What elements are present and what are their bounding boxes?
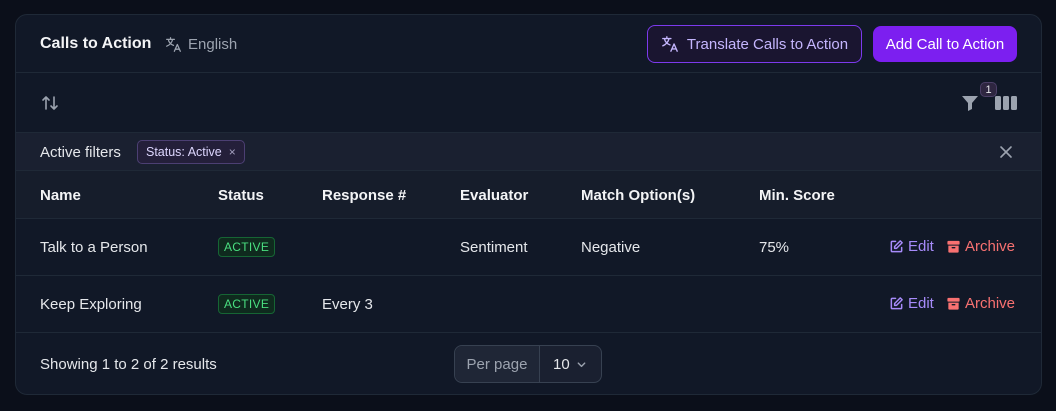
archive-button[interactable]: Archive — [946, 295, 1015, 312]
edit-label: Edit — [908, 295, 934, 312]
per-page-select[interactable]: 10 — [540, 346, 601, 382]
language-indicator: English — [165, 36, 237, 53]
column-header-response[interactable]: Response # — [322, 187, 406, 204]
filter-chip-status[interactable]: Status: Active × — [137, 140, 245, 164]
cell-name: Keep Exploring — [40, 296, 142, 313]
cell-evaluator: Sentiment — [460, 239, 528, 256]
page-title: Calls to Action — [40, 35, 152, 52]
chevron-down-icon — [577, 361, 586, 367]
translate-button[interactable]: Translate Calls to Action — [647, 25, 862, 63]
column-header-min-score[interactable]: Min. Score — [759, 187, 835, 204]
status-badge: ACTIVE — [218, 294, 276, 314]
per-page-value: 10 — [553, 355, 570, 373]
columns-icon[interactable] — [995, 94, 1017, 112]
active-filters-bar: Active filters Status: Active × — [16, 133, 1041, 171]
column-header-name[interactable]: Name — [40, 187, 81, 204]
clear-filters-icon[interactable] — [999, 145, 1013, 159]
results-summary: Showing 1 to 2 of 2 results — [40, 356, 217, 373]
edit-button[interactable]: Edit — [889, 238, 934, 255]
table-row: Talk to a Person ACTIVE Sentiment Negati… — [16, 219, 1041, 276]
per-page-label: Per page — [455, 346, 540, 382]
status-badge: ACTIVE — [218, 237, 276, 257]
archive-icon — [947, 297, 960, 310]
edit-label: Edit — [908, 238, 934, 255]
edit-icon — [890, 240, 903, 253]
sort-icon[interactable] — [40, 93, 60, 113]
cell-min-score: 75% — [759, 239, 790, 256]
archive-button[interactable]: Archive — [946, 238, 1015, 255]
edit-icon — [890, 297, 903, 310]
translate-icon — [662, 36, 678, 52]
column-header-match-options[interactable]: Match Option(s) — [581, 187, 695, 204]
archive-label: Archive — [965, 295, 1016, 312]
column-header-evaluator[interactable]: Evaluator — [460, 187, 528, 204]
filter-icon[interactable] — [960, 93, 980, 113]
archive-icon — [947, 240, 960, 253]
table-footer: Showing 1 to 2 of 2 results Per page 10 — [16, 333, 1041, 394]
archive-label: Archive — [965, 238, 1016, 255]
language-label: English — [188, 36, 238, 53]
table-toolbar: 1 — [16, 73, 1041, 133]
per-page-control: Per page 10 — [454, 345, 602, 383]
translate-icon — [166, 37, 181, 52]
edit-button[interactable]: Edit — [889, 295, 934, 312]
remove-filter-icon[interactable]: × — [229, 145, 236, 159]
cell-response: Every 3 — [322, 296, 373, 313]
filter-chip-label: Status: Active — [146, 145, 222, 159]
cell-name: Talk to a Person — [40, 239, 148, 256]
table-row: Keep Exploring ACTIVE Every 3 Edit Archi… — [16, 276, 1041, 333]
panel-header: Calls to Action English Translate Calls … — [16, 15, 1041, 73]
add-call-to-action-button[interactable]: Add Call to Action — [873, 26, 1017, 62]
column-header-status[interactable]: Status — [218, 187, 264, 204]
active-filters-label: Active filters — [40, 144, 121, 161]
translate-button-label: Translate Calls to Action — [686, 35, 849, 53]
table-header: Name Status Response # Evaluator Match O… — [16, 171, 1041, 219]
cell-match-options: Negative — [581, 239, 641, 256]
calls-to-action-panel: Calls to Action English Translate Calls … — [15, 14, 1042, 395]
